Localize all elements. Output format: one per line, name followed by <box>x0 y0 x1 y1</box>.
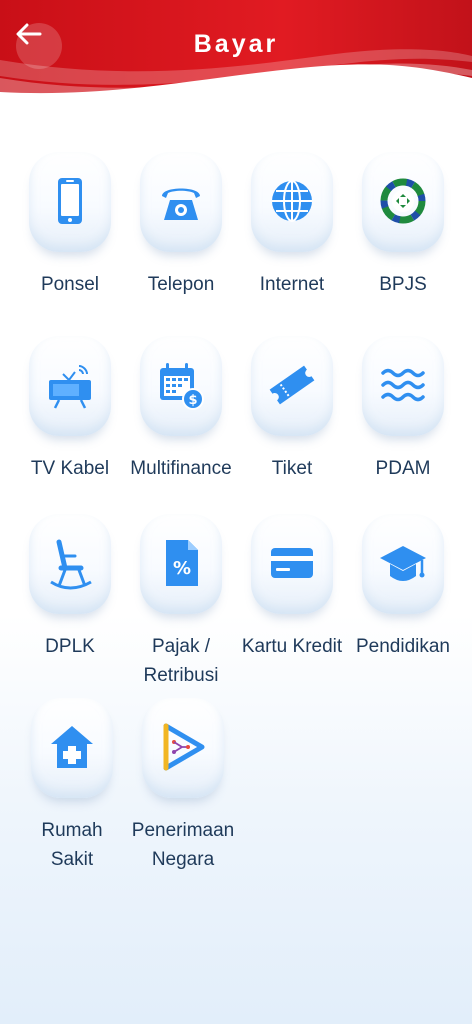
tax-document-icon: % <box>166 540 198 586</box>
phone-icon <box>58 178 82 224</box>
ticket-icon <box>269 365 315 405</box>
menu-item-label-line-1: Pajak / <box>151 636 211 657</box>
menu-item-tile <box>251 336 333 436</box>
credit-card-icon <box>271 548 313 578</box>
menu-item-label-line-2: Sakit <box>50 849 94 870</box>
water-icon <box>381 368 425 402</box>
menu-item-label: Kartu Kredit <box>241 636 343 657</box>
menu-item-tile: % <box>140 514 222 614</box>
globe-icon <box>272 180 312 222</box>
menu-item-tile <box>29 152 111 252</box>
telephone-icon <box>162 188 200 220</box>
menu-item-label: Ponsel <box>40 274 100 295</box>
menu-item-label: Internet <box>259 274 325 295</box>
menu-item-tile <box>140 152 222 252</box>
state-revenue-logo-icon <box>163 723 205 771</box>
payment-menu-grid: Ponsel Telepon Internet BPJS TV Kabel $ … <box>0 0 472 1024</box>
menu-item-tile <box>362 514 444 614</box>
menu-item-label: Pendidikan <box>355 636 451 657</box>
bpjs-logo-icon <box>380 178 426 224</box>
menu-item-label: Telepon <box>147 274 215 295</box>
menu-item-label: BPJS <box>379 274 427 295</box>
menu-item-label-line-1: Rumah <box>41 820 103 841</box>
menu-item-label: Tiket <box>271 458 313 479</box>
menu-item-tile <box>142 698 224 798</box>
menu-item-label-line-1: Penerimaan <box>131 820 235 841</box>
svg-text:%: % <box>173 558 191 579</box>
menu-item-tile <box>362 152 444 252</box>
graduation-cap-icon <box>380 546 426 581</box>
menu-item-label-line-2: Negara <box>151 849 215 870</box>
menu-item-tile <box>362 336 444 436</box>
menu-item-label-line-2: Retribusi <box>143 665 219 686</box>
menu-item-label: PDAM <box>375 458 431 479</box>
calendar-money-icon: $ <box>160 363 204 410</box>
menu-item-tile <box>29 336 111 436</box>
menu-item-label: TV Kabel <box>30 458 110 479</box>
menu-item-tile <box>251 514 333 614</box>
menu-item-tile: $ <box>140 336 222 436</box>
menu-item-tile <box>251 152 333 252</box>
hospital-icon <box>51 726 93 768</box>
tv-icon <box>49 365 91 409</box>
menu-item-label: Multifinance <box>130 458 232 479</box>
rocking-chair-icon <box>50 539 92 590</box>
menu-item-tile <box>29 514 111 614</box>
menu-item-label: DPLK <box>45 636 95 657</box>
svg-text:$: $ <box>188 393 197 408</box>
menu-item-tile <box>31 698 113 798</box>
